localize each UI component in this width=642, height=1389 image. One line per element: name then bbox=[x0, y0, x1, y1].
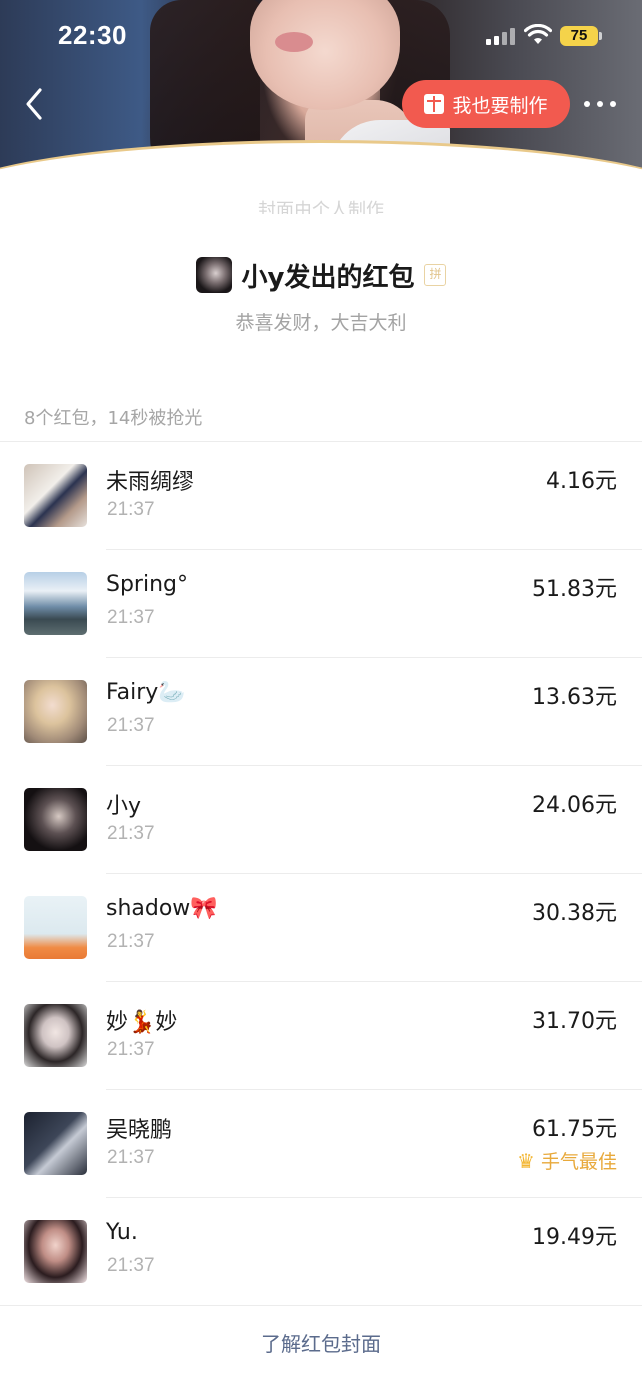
recipient-name: Fairy🦢 bbox=[106, 680, 186, 705]
list-item[interactable]: 未雨绸缪 21:37 4.16元 bbox=[0, 442, 642, 550]
recipient-time: 21:37 bbox=[107, 499, 155, 520]
best-luck-badge: ♛ 手气最佳 bbox=[517, 1147, 617, 1174]
cover-caption: 封面由个人制作 bbox=[258, 200, 384, 214]
crown-icon: ♛ bbox=[517, 1148, 535, 1173]
recipient-time: 21:37 bbox=[107, 931, 155, 952]
recipient-name: Spring° bbox=[106, 572, 188, 597]
recipient-amount: 19.49元 bbox=[532, 1225, 617, 1250]
recipient-amount: 4.16元 bbox=[546, 469, 617, 494]
avatar[interactable] bbox=[24, 572, 87, 635]
back-button[interactable] bbox=[20, 86, 50, 122]
avatar[interactable] bbox=[24, 464, 87, 527]
battery-tip bbox=[599, 32, 602, 40]
avatar[interactable] bbox=[24, 1004, 87, 1067]
recipient-amount: 13.63元 bbox=[532, 685, 617, 710]
recipient-time: 21:37 bbox=[107, 607, 155, 628]
recipient-time: 21:37 bbox=[107, 715, 155, 736]
recipient-name: shadow🎀 bbox=[106, 896, 218, 921]
status-time: 22:30 bbox=[58, 20, 127, 50]
more-button[interactable] bbox=[584, 98, 616, 110]
recipient-amount: 51.83元 bbox=[532, 577, 617, 602]
sender-title: 小y发出的红包 bbox=[241, 262, 415, 293]
pin-badge: 拼 bbox=[424, 264, 447, 286]
recipient-list: 未雨绸缪 21:37 4.16元 Spring° 21:37 51.83元 Fa… bbox=[0, 442, 642, 1306]
gift-icon bbox=[424, 94, 445, 114]
blessing-text: 恭喜发财，大吉大利 bbox=[235, 312, 407, 334]
avatar[interactable] bbox=[24, 1112, 87, 1175]
recipient-name: Yu. bbox=[106, 1220, 138, 1245]
status-bar: 22:30 75 bbox=[0, 0, 642, 70]
recipient-name: 未雨绸缪 bbox=[106, 470, 195, 495]
cellular-signal-icon bbox=[486, 27, 518, 45]
learn-cover-link[interactable]: 了解红包封面 bbox=[0, 1328, 642, 1357]
recipient-time: 21:37 bbox=[107, 823, 155, 844]
list-item[interactable]: Spring° 21:37 51.83元 bbox=[0, 550, 642, 658]
recipient-name: 吴晓鹏 bbox=[106, 1118, 173, 1143]
list-item[interactable]: Fairy🦢 21:37 13.63元 bbox=[0, 658, 642, 766]
make-cover-label: 我也要制作 bbox=[452, 94, 548, 117]
make-cover-button[interactable]: 我也要制作 bbox=[402, 80, 570, 128]
list-item[interactable]: 吴晓鹏 21:37 61.75元 ♛ 手气最佳 bbox=[0, 1090, 642, 1198]
list-item[interactable]: 小y 21:37 24.06元 bbox=[0, 766, 642, 874]
wifi-icon bbox=[524, 24, 552, 44]
recipient-amount: 31.70元 bbox=[532, 1009, 617, 1034]
packet-summary: 8个红包，14秒被抢光 bbox=[24, 408, 203, 429]
avatar[interactable] bbox=[24, 788, 87, 851]
recipient-time: 21:37 bbox=[107, 1039, 155, 1060]
divider bbox=[0, 1305, 642, 1306]
sender-avatar[interactable] bbox=[195, 257, 232, 293]
recipient-amount: 30.38元 bbox=[532, 901, 617, 926]
recipient-amount: 61.75元 bbox=[532, 1117, 617, 1142]
avatar[interactable] bbox=[24, 1220, 87, 1283]
list-item[interactable]: shadow🎀 21:37 30.38元 bbox=[0, 874, 642, 982]
avatar[interactable] bbox=[24, 680, 87, 743]
recipient-name: 妙💃妙 bbox=[106, 1010, 178, 1035]
chevron-left-icon bbox=[26, 88, 42, 120]
more-dots-icon bbox=[584, 101, 590, 107]
recipient-time: 21:37 bbox=[107, 1255, 155, 1276]
list-item[interactable]: 妙💃妙 21:37 31.70元 bbox=[0, 982, 642, 1090]
sender-row: 小y发出的红包 拼 bbox=[0, 254, 642, 296]
list-item[interactable]: Yu. 21:37 19.49元 bbox=[0, 1198, 642, 1306]
avatar[interactable] bbox=[24, 896, 87, 959]
recipient-amount: 24.06元 bbox=[532, 793, 617, 818]
recipient-time: 21:37 bbox=[107, 1147, 155, 1168]
battery-icon: 75 bbox=[560, 26, 598, 46]
recipient-name: 小y bbox=[106, 794, 142, 819]
best-luck-label: 手气最佳 bbox=[540, 1151, 617, 1173]
